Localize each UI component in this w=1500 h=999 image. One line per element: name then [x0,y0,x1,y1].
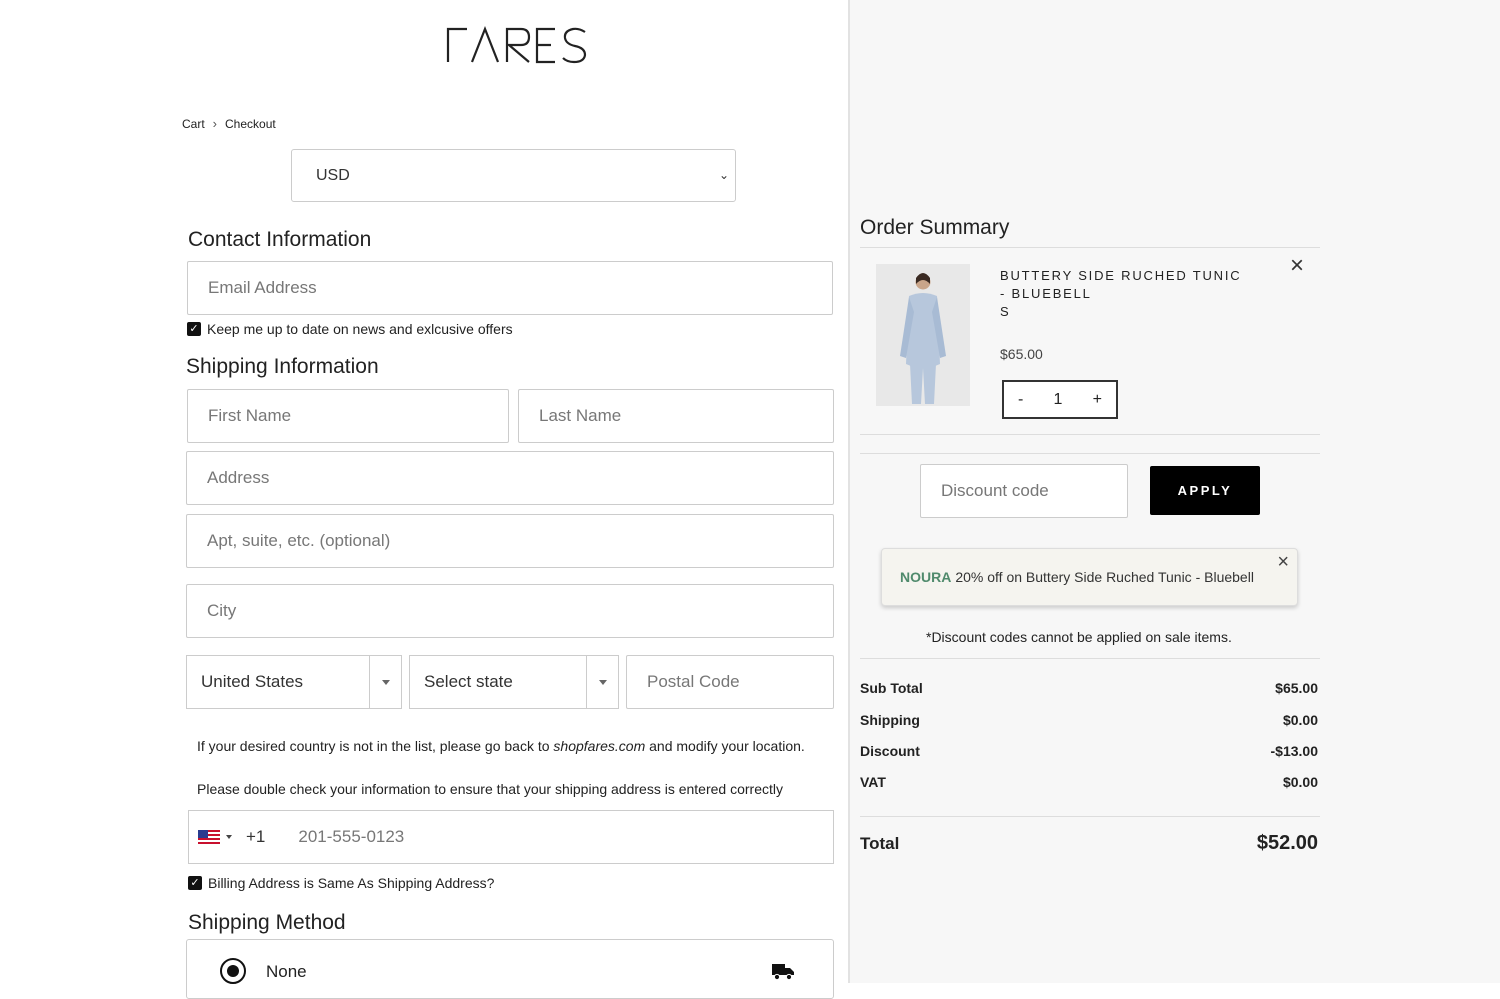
state-select-value: Select state [424,672,513,691]
fares-logo[interactable] [445,26,591,64]
quantity-value[interactable]: 1 [1054,391,1063,409]
city-field[interactable]: City [186,584,834,638]
checkout-form-panel: Cart › Checkout USD ⌄ Contact Informatio… [0,0,848,999]
order-summary-panel: Order Summary BUTTERY SIDE RUCHED TUNIC … [850,0,1500,983]
divider [860,434,1320,435]
double-check-note: Please double check your information to … [197,781,783,797]
close-icon[interactable]: × [1277,552,1289,572]
discount-value: -$13.00 [1270,743,1318,759]
discount-label: Discount [860,743,920,759]
order-summary-title: Order Summary [860,216,1010,239]
shipping-method-radio[interactable] [220,958,246,984]
breadcrumb-checkout: Checkout [225,116,276,131]
newsletter-checkbox-row[interactable]: ✓ Keep me up to date on news and exlcusi… [187,321,513,337]
subtotal-label: Sub Total [860,680,923,696]
country-dropdown-arrow[interactable] [369,656,401,708]
state-select[interactable]: Select state [409,655,619,709]
vat-value: $0.00 [1282,774,1318,790]
quantity-decrease-button[interactable]: - [1018,391,1023,409]
divider [860,247,1320,248]
city-placeholder: City [207,601,237,620]
last-name-placeholder: Last Name [539,406,622,425]
currency-select-value: USD [316,166,350,184]
shipping-method-label: None [266,962,307,981]
contact-section-title: Contact Information [188,228,372,251]
shipping-method-option[interactable]: None [186,939,834,999]
applied-promo-banner: NOURA 20% off on Buttery Side Ruched Tun… [881,548,1298,606]
apt-field[interactable]: Apt, suite, etc. (optional) [186,514,834,568]
breadcrumb-cart-link[interactable]: Cart [182,117,205,131]
discount-code-placeholder: Discount code [941,481,1049,500]
product-image [876,264,970,406]
product-name: BUTTERY SIDE RUCHED TUNIC - BLUEBELL S [1000,267,1250,321]
phone-field[interactable]: +1 201-555-0123 [188,810,834,864]
promo-description: 20% off on Buttery Side Ruched Tunic - B… [955,569,1254,585]
email-placeholder: Email Address [208,278,317,297]
phone-country-code: +1 [246,827,266,846]
address-field[interactable]: Address [186,451,834,505]
vat-row: VAT $0.00 [860,774,1318,790]
phone-placeholder: 201-555-0123 [298,827,405,846]
shopfares-link[interactable]: shopfares.com [553,738,645,754]
address-placeholder: Address [207,468,270,487]
newsletter-checkbox[interactable]: ✓ [187,322,201,336]
total-label: Total [860,833,900,853]
apt-placeholder: Apt, suite, etc. (optional) [207,531,391,550]
divider [860,658,1320,659]
discount-code-input[interactable]: Discount code [920,464,1128,518]
last-name-field[interactable]: Last Name [518,389,834,443]
shipping-label: Shipping [860,712,920,728]
state-dropdown-arrow[interactable] [586,656,618,708]
billing-same-label: Billing Address is Same As Shipping Addr… [208,875,495,891]
total-value: $52.00 [1256,832,1318,854]
truck-icon [772,964,794,981]
currency-select[interactable]: USD ⌄ [291,149,736,202]
breadcrumb: Cart › Checkout [182,116,276,131]
discount-note: *Discount codes cannot be applied on sal… [926,629,1232,645]
country-select[interactable]: United States [186,655,402,709]
email-field[interactable]: Email Address [187,261,833,315]
promo-code: NOURA [900,569,952,585]
us-flag-icon[interactable] [198,830,220,844]
first-name-placeholder: First Name [208,406,292,425]
shipping-method-title: Shipping Method [188,911,346,934]
chevron-down-icon: ⌄ [718,168,729,182]
postal-code-placeholder: Postal Code [647,672,740,691]
caret-down-icon [598,679,607,685]
subtotal-row: Sub Total $65.00 [860,680,1318,696]
shipping-row: Shipping $0.00 [860,712,1318,728]
country-select-value: United States [201,672,304,691]
caret-down-icon[interactable] [226,835,232,839]
quantity-increase-button[interactable]: + [1093,391,1102,409]
country-note: If your desired country is not in the li… [197,738,805,754]
remove-item-icon[interactable]: × [1290,254,1304,278]
chevron-right-icon: › [212,116,218,131]
discount-row: Discount -$13.00 [860,743,1318,759]
divider [860,816,1320,817]
country-note-text: If your desired country is not in the li… [197,738,554,754]
product-title: BUTTERY SIDE RUCHED TUNIC - BLUEBELL [1000,268,1242,301]
shipping-value: $0.00 [1282,712,1318,728]
vat-label: VAT [860,774,886,790]
caret-down-icon [381,679,390,685]
shipping-section-title: Shipping Information [186,355,379,378]
divider [860,453,1320,454]
newsletter-label: Keep me up to date on news and exlcusive… [207,321,513,337]
product-price: $65.00 [1000,346,1043,362]
total-row: Total $52.00 [860,832,1318,855]
subtotal-value: $65.00 [1275,680,1318,696]
billing-same-checkbox-row[interactable]: ✓ Billing Address is Same As Shipping Ad… [188,875,494,891]
country-note-text-end: and modify your location. [645,738,805,754]
billing-same-checkbox[interactable]: ✓ [188,876,202,890]
first-name-field[interactable]: First Name [187,389,509,443]
apply-discount-button[interactable]: APPLY [1150,466,1260,515]
quantity-stepper: - 1 + [1002,380,1118,419]
postal-code-field[interactable]: Postal Code [626,655,834,709]
product-size: S [1000,304,1011,319]
